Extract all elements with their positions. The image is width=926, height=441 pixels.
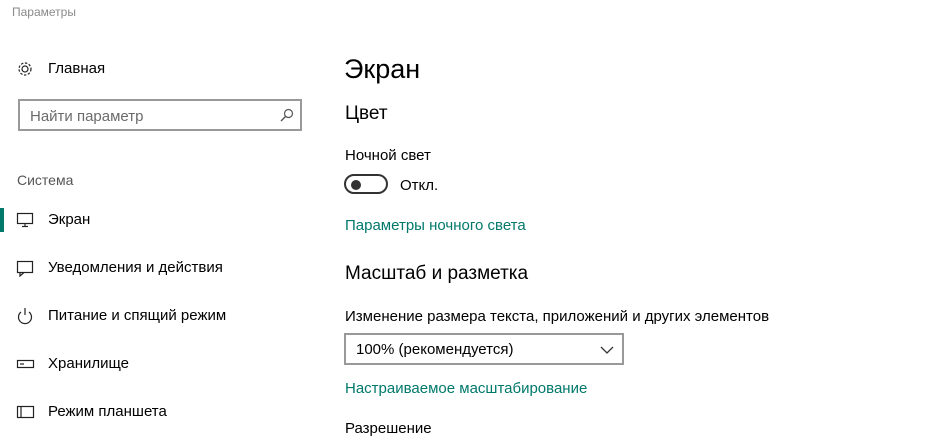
custom-scaling-link[interactable]: Настраиваемое масштабирование xyxy=(345,380,587,397)
search-box[interactable] xyxy=(18,99,302,131)
toggle-knob xyxy=(351,180,361,190)
sidebar-item-label: Уведомления и действия xyxy=(48,259,223,276)
tablet-icon xyxy=(16,403,36,421)
monitor-icon xyxy=(16,211,36,229)
chevron-down-icon xyxy=(600,343,614,355)
window-title: Параметры xyxy=(12,5,76,19)
home-nav-item[interactable]: Главная xyxy=(0,52,330,84)
scale-dropdown[interactable]: 100% (рекомендуется) xyxy=(344,333,624,365)
night-light-toggle[interactable] xyxy=(344,174,388,194)
section-header-system: Система xyxy=(17,172,74,188)
gear-icon xyxy=(16,60,34,78)
page-title: Экран xyxy=(344,54,421,84)
sidebar-item-label: Режим планшета xyxy=(48,403,167,420)
sidebar-item-notifications[interactable]: Уведомления и действия xyxy=(0,248,330,288)
resolution-label: Разрешение xyxy=(345,420,432,437)
scale-label: Изменение размера текста, приложений и д… xyxy=(345,308,770,325)
sidebar-item-display[interactable]: Экран xyxy=(0,200,330,240)
scale-section-header: Масштаб и разметка xyxy=(345,263,529,284)
color-section-header: Цвет xyxy=(345,103,388,124)
selection-indicator xyxy=(0,208,4,232)
search-icon[interactable] xyxy=(280,108,294,122)
sidebar-item-label: Экран xyxy=(48,211,91,228)
sidebar-item-storage[interactable]: Хранилище xyxy=(0,344,330,384)
home-label: Главная xyxy=(48,60,106,77)
sidebar-item-tablet-mode[interactable]: Режим планшета xyxy=(0,392,330,432)
sidebar-item-label: Питание и спящий режим xyxy=(48,307,227,324)
night-light-settings-link[interactable]: Параметры ночного света xyxy=(345,217,526,234)
title-bar: Параметры xyxy=(0,0,926,28)
night-light-label: Ночной свет xyxy=(345,147,431,164)
scale-dropdown-value: 100% (рекомендуется) xyxy=(356,341,514,358)
notification-icon xyxy=(16,259,36,278)
power-icon xyxy=(16,307,36,325)
sidebar-item-power[interactable]: Питание и спящий режим xyxy=(0,296,330,336)
search-input[interactable] xyxy=(28,105,272,127)
storage-icon xyxy=(16,355,36,373)
sidebar-item-label: Хранилище xyxy=(48,355,129,372)
night-light-state: Откл. xyxy=(400,177,439,194)
